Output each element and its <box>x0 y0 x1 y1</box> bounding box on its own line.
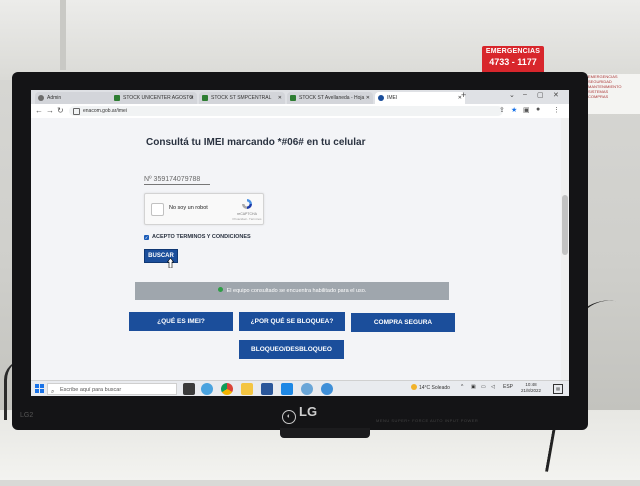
url-field[interactable]: enacom.gob.ar/imei <box>69 106 503 116</box>
notification-icon[interactable]: ▤ <box>553 384 563 394</box>
profile-icon[interactable]: ● <box>536 106 540 113</box>
tab-imei[interactable]: IMEI ✕ <box>375 92 465 104</box>
volume-icon[interactable]: ◁ <box>491 384 495 390</box>
tab-label: IMEI <box>387 95 398 101</box>
tab-stock-smpcentral[interactable]: STOCK ST SMPCENTRAL ✕ <box>199 92 285 104</box>
app-icon[interactable] <box>201 383 213 395</box>
browser-tab-bar: Admin✕ STOCK UNICENTER AGOSTO✕ STOCK ST … <box>31 90 569 104</box>
back-icon[interactable]: ← <box>35 106 43 115</box>
tray-chevron-icon[interactable]: ^ <box>461 384 463 390</box>
forward-icon[interactable]: → <box>46 106 54 115</box>
bookmark-star-icon[interactable]: ★ <box>511 106 517 114</box>
tab-stock-avellaneda[interactable]: STOCK ST Avellaneda - Hoja ✕ <box>287 92 373 104</box>
clock-date: 21/8/2022 <box>521 388 542 393</box>
tab-stock-unicenter[interactable]: STOCK UNICENTER AGOSTO ✕ <box>111 92 197 104</box>
maximize-button[interactable]: ▢ <box>537 91 544 99</box>
wall-poster: EMERGENCIAS SEGURIDAD MANTENIMIENTO SIST… <box>584 74 640 114</box>
share-icon[interactable]: ⇪ <box>499 106 505 114</box>
what-is-imei-button[interactable]: ¿QUÉ ES IMEI? <box>129 312 233 331</box>
new-tab-button[interactable]: + <box>461 90 466 100</box>
tray-app-icon[interactable]: ▣ <box>471 384 476 390</box>
windows-start-icon[interactable] <box>35 384 44 393</box>
chrome-icon[interactable] <box>221 383 233 395</box>
address-bar: ← → ↻ enacom.gob.ar/imei ⇪ ★ ▣ ● ⋮ <box>31 104 569 119</box>
monitor-stand <box>280 428 370 438</box>
sheets-icon <box>290 95 296 101</box>
terms-label: ACEPTO TERMINOS Y CONDICIONES <box>152 234 251 240</box>
lock-icon <box>73 108 80 115</box>
recaptcha-logo-icon <box>242 199 252 209</box>
app-icon[interactable] <box>261 383 273 395</box>
tab-label: STOCK ST Avellaneda - Hoja <box>299 95 365 101</box>
tab-favicon-icon <box>38 95 44 101</box>
status-message: El equipo consultado se encuentra habili… <box>135 282 449 300</box>
block-unblock-button[interactable]: BLOQUEO/DESBLOQUEO <box>239 340 344 359</box>
file-explorer-icon[interactable] <box>241 383 253 395</box>
clock[interactable]: 10:48 21/8/2022 <box>521 382 541 394</box>
tab-label: STOCK UNICENTER AGOSTO <box>123 95 194 101</box>
wall-beam <box>60 0 66 70</box>
monitor-model: LG2 <box>20 412 34 419</box>
network-icon[interactable]: ▭ <box>481 384 486 390</box>
task-view-icon[interactable] <box>183 383 195 395</box>
taskbar-search[interactable]: ⌕ Escribe aquí para buscar <box>47 383 177 395</box>
terms-checkbox-row[interactable]: ✓ ACEPTO TERMINOS Y CONDICIONES <box>144 234 251 240</box>
app-icon[interactable] <box>301 383 313 395</box>
weather-text: 14°C Soleado <box>419 385 450 391</box>
weather-widget[interactable]: 14°C Soleado <box>411 384 450 391</box>
status-text: El equipo consultado se encuentra habili… <box>226 288 367 294</box>
monitor-controls: MENU SUPER+ FORCE AUTO INPUT POWER <box>376 418 479 423</box>
terms-checkbox[interactable]: ✓ <box>144 235 149 240</box>
url-text: enacom.gob.ar/imei <box>83 108 127 114</box>
store-wall <box>0 0 640 80</box>
app-icon[interactable] <box>321 383 333 395</box>
close-icon[interactable]: ✕ <box>190 92 194 104</box>
minimize-button[interactable]: – <box>523 91 527 98</box>
poster-line: COMPRAS <box>588 94 609 99</box>
tab-admin[interactable]: Admin✕ <box>35 92 121 104</box>
taskbar: ⌕ Escribe aquí para buscar 14°C Soleado ^… <box>31 380 569 396</box>
sign-title: EMERGENCIAS <box>485 48 541 55</box>
recaptcha-links[interactable]: Privacidad - Términos <box>231 217 263 221</box>
safe-purchase-button[interactable]: COMPRA SEGURA <box>351 313 455 332</box>
imei-input[interactable]: Nº 359174079788 <box>144 176 210 185</box>
check-icon <box>217 287 223 292</box>
language-indicator[interactable]: ESP <box>503 384 513 390</box>
extensions-icon[interactable]: ▣ <box>523 106 530 114</box>
sun-icon <box>411 384 417 390</box>
tab-label: STOCK ST SMPCENTRAL <box>211 95 272 101</box>
sheets-icon <box>114 95 120 101</box>
search-placeholder: Escribe aquí para buscar <box>60 387 122 393</box>
emergency-sign: EMERGENCIAS 4733 - 1177 <box>482 46 544 74</box>
window-close-button[interactable]: ✕ <box>553 91 559 99</box>
menu-icon[interactable]: ⋮ <box>553 106 560 114</box>
close-icon[interactable]: ✕ <box>278 92 282 104</box>
recaptcha-checkbox[interactable] <box>151 203 164 216</box>
app-icon[interactable] <box>281 383 293 395</box>
lg-logo-icon: ◐ <box>282 410 296 424</box>
why-blocked-button[interactable]: ¿POR QUÉ SE BLOQUEA? <box>239 312 345 331</box>
recaptcha-label: No soy un robot <box>169 205 208 211</box>
page-title: Consultá tu IMEI marcando *#06# en tu ce… <box>146 137 366 148</box>
tab-search-icon[interactable]: ⌄ <box>509 91 515 99</box>
screen: Admin✕ STOCK UNICENTER AGOSTO✕ STOCK ST … <box>31 90 569 396</box>
close-icon[interactable]: ✕ <box>366 92 370 104</box>
recaptcha-widget: No soy un robot reCAPTCHA Privacidad - T… <box>144 193 264 225</box>
reload-icon[interactable]: ↻ <box>57 106 64 115</box>
scrollbar-thumb[interactable] <box>562 195 568 255</box>
monitor-brand: LG <box>299 404 318 419</box>
mouse-cursor-icon <box>167 258 175 268</box>
sheets-icon <box>202 95 208 101</box>
sign-number: 4733 - 1177 <box>489 57 537 67</box>
monitor-logo: ◐ LG <box>282 404 342 424</box>
enacom-favicon-icon <box>378 95 384 101</box>
search-icon: ⌕ <box>51 389 55 395</box>
recaptcha-brand: reCAPTCHA <box>237 212 257 216</box>
tab-label: Admin <box>47 95 62 101</box>
